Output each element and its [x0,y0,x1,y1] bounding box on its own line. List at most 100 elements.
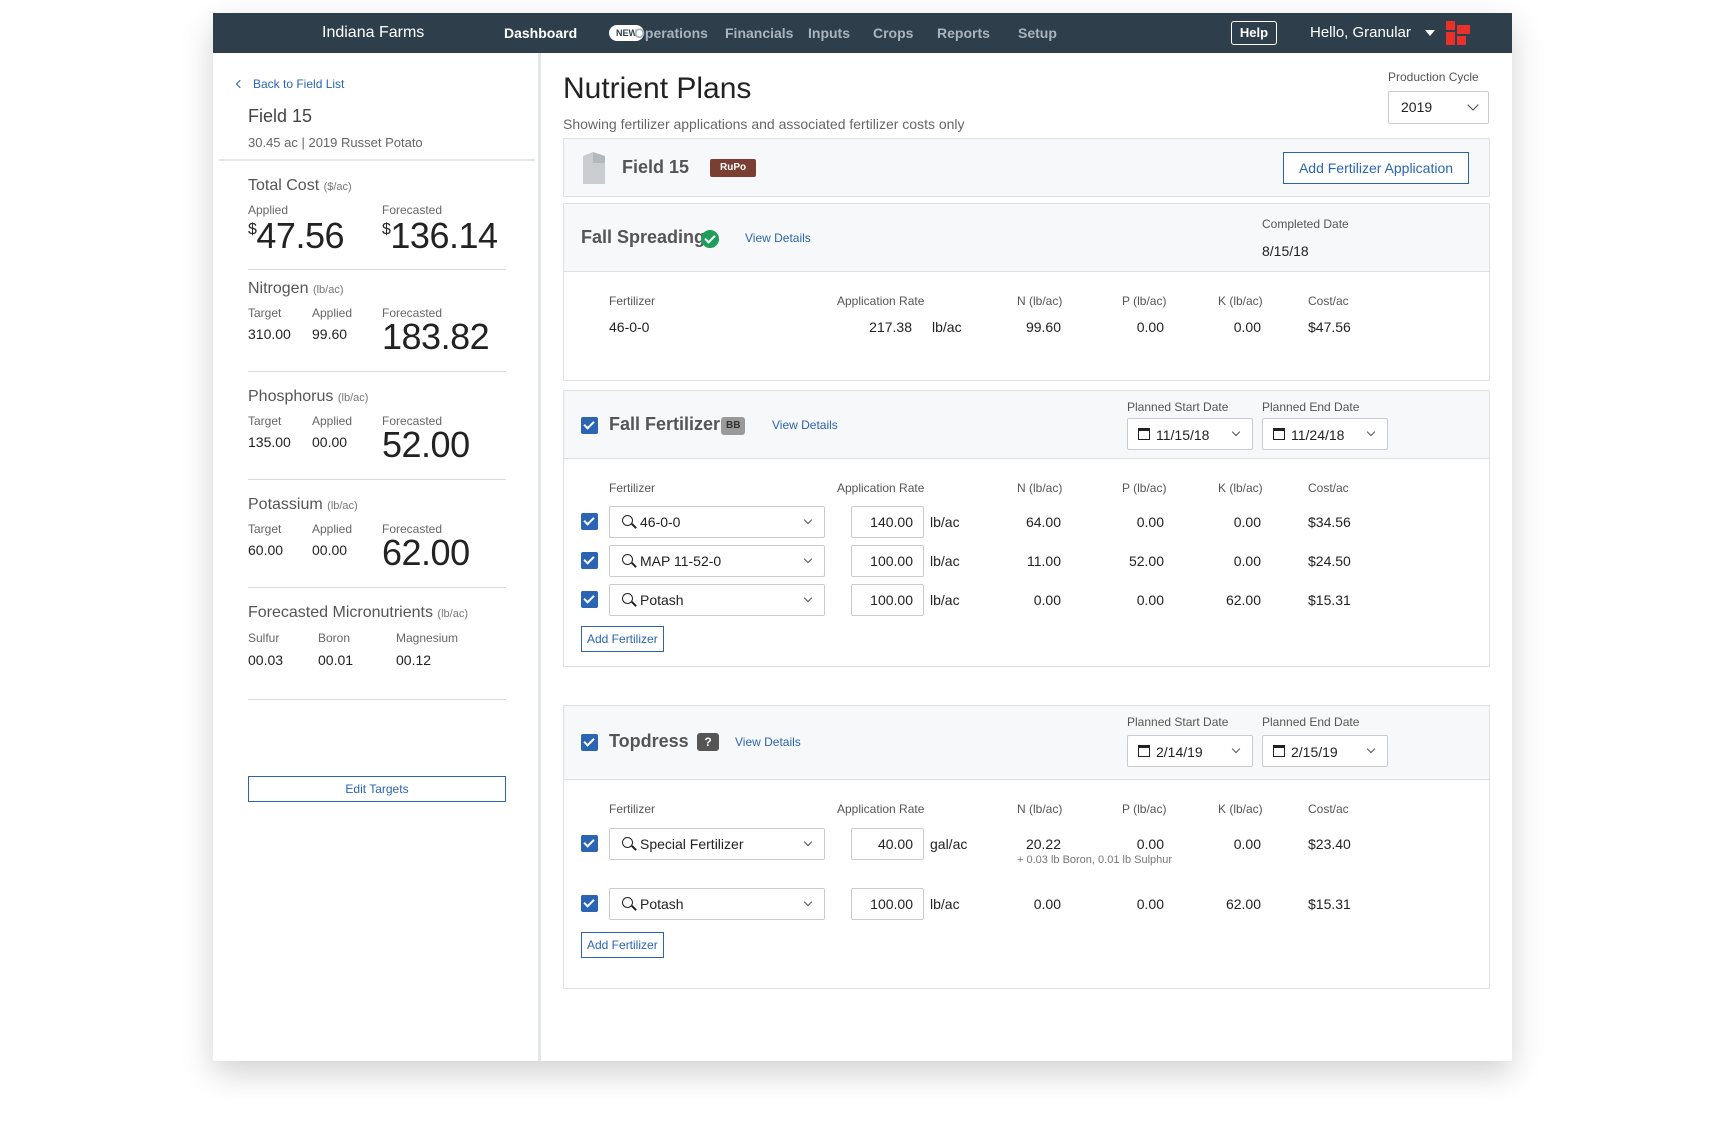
planned-end-date-value: 2/15/19 [1291,744,1338,760]
nav-setup[interactable]: Setup [1018,25,1057,41]
farm-name[interactable]: Indiana Farms [322,24,424,42]
user-menu[interactable]: Hello, Granular [1310,24,1411,41]
n-value: 20.22 [1025,836,1061,852]
k-value: 0.00 [1233,319,1261,335]
sulfur-label: Sulfur [248,631,280,645]
cost-value: $24.50 [1308,553,1351,569]
applied-label: Applied [312,414,353,428]
fall-spreading-card: Fall Spreading View Details Completed Da… [563,203,1490,381]
topdress-checkbox[interactable] [581,734,598,751]
boron-label: Boron [318,631,351,645]
application-rate-input[interactable]: 100.00 [851,888,924,920]
rate-unit: lb/ac [930,592,960,608]
field-summary-sidebar: Back to Field List Field 15 30.45 ac | 2… [213,53,541,1061]
currency-symbol: $ [248,221,257,238]
fertilizer-select[interactable]: Potash [609,584,825,616]
planned-end-date-label: Planned End Date [1262,400,1360,414]
application-rate-input[interactable]: 100.00 [851,545,924,577]
chevron-down-icon [1231,427,1241,437]
fall-spreading-header: Fall Spreading View Details Completed Da… [564,204,1489,272]
planned-end-date-value: 11/24/18 [1291,427,1345,443]
fall-spreading-view-details-link[interactable]: View Details [745,231,811,245]
fertilizer-select[interactable]: 46-0-0 [609,506,825,538]
edit-targets-button[interactable]: Edit Targets [248,776,506,802]
chevron-down-icon[interactable] [1425,30,1435,36]
nav-dashboard[interactable]: Dashboard [504,25,577,41]
calendar-icon [1138,428,1150,440]
completed-check-icon [701,230,719,248]
phosphorus-forecasted: 52.00 [382,424,470,465]
nav-reports[interactable]: Reports [937,25,990,41]
sidebar-field-subtitle: 30.45 ac | 2019 Russet Potato [248,135,423,150]
potassium-forecasted: 62.00 [382,532,470,573]
nav-inputs[interactable]: Inputs [808,25,850,41]
n-value: 0.00 [1033,592,1061,608]
p-value: 0.00 [1136,896,1164,912]
row-checkbox[interactable] [581,513,598,530]
application-rate-input[interactable]: 100.00 [851,584,924,616]
back-link-label: Back to Field List [253,77,345,91]
add-fertilizer-button[interactable]: Add Fertilizer [581,932,664,958]
row-checkbox[interactable] [581,552,598,569]
potassium-target: 60.00 [248,542,284,558]
chevron-down-icon [803,554,813,564]
row-checkbox[interactable] [581,895,598,912]
fall-fertilizer-card: Fall Fertilizer BB View Details Planned … [563,390,1490,667]
nav-operations[interactable]: Operations [634,25,708,41]
col-application-rate: Application Rate [837,481,925,495]
fall-fertilizer-checkbox[interactable] [581,417,598,434]
col-p: P (lb/ac) [1122,481,1167,495]
total-cost-applied: $47.56 [248,215,344,257]
chevron-down-icon [803,837,813,847]
add-fertilizer-button[interactable]: Add Fertilizer [581,626,664,652]
potassium-section: Potassium (lb/ac) Target Applied Forecas… [248,496,506,596]
col-n: N (lb/ac) [1017,481,1063,495]
micronutrients-title: Forecasted Micronutrients [248,604,433,621]
fertilizer-select[interactable]: Potash [609,888,825,920]
help-button[interactable]: Help [1231,21,1277,45]
n-value: 11.00 [1027,553,1061,569]
divider [219,159,535,161]
help-question-icon[interactable]: ? [697,733,719,751]
fall-fertilizer-view-details-link[interactable]: View Details [772,418,838,432]
fertilizer-select[interactable]: Special Fertilizer [609,828,825,860]
total-cost-unit: ($/ac) [323,181,352,193]
completed-date-value: 8/15/18 [1262,243,1309,259]
fertilizer-select-value: Potash [640,896,684,912]
nav-financials[interactable]: Financials [725,25,793,41]
col-application-rate: Application Rate [837,294,925,308]
topdress-title: Topdress [609,731,689,751]
row-checkbox[interactable] [581,835,598,852]
planned-start-date-picker[interactable]: 11/15/18 [1127,418,1253,450]
back-to-field-list-link[interactable]: Back to Field List [235,77,345,91]
add-fertilizer-application-button[interactable]: Add Fertilizer Application [1283,152,1469,184]
k-value: 0.00 [1233,514,1261,530]
nitrogen-forecasted: 183.82 [382,316,490,357]
divider [248,269,506,270]
application-rate-input[interactable]: 140.00 [851,506,924,538]
phosphorus-title: Phosphorus [248,388,334,405]
page-subtitle: Showing fertilizer applications and asso… [563,116,965,132]
nitrogen-applied: 99.60 [312,326,348,342]
n-value: 0.00 [1033,896,1061,912]
planned-end-date-picker[interactable]: 11/24/18 [1262,418,1388,450]
granular-logo-icon [1446,21,1470,45]
topdress-view-details-link[interactable]: View Details [735,735,801,749]
cost-value: $15.31 [1308,592,1351,608]
col-fertilizer: Fertilizer [609,481,656,495]
production-cycle-select[interactable]: 2019 [1388,91,1489,124]
application-rate-input[interactable]: 40.00 [851,828,924,860]
nitrogen-target: 310.00 [248,326,291,342]
planned-start-date-picker[interactable]: 2/14/19 [1127,735,1253,767]
fertilizer-select[interactable]: MAP 11-52-0 [609,545,825,577]
planned-end-date-picker[interactable]: 2/15/19 [1262,735,1388,767]
row-checkbox[interactable] [581,591,598,608]
calendar-icon [1138,745,1150,757]
col-application-rate: Application Rate [837,802,925,816]
rate-unit: lb/ac [930,514,960,530]
target-label: Target [248,522,282,536]
sulfur-value: 00.03 [248,652,284,668]
applied-label: Applied [312,306,353,320]
field-icon [583,152,605,184]
nav-crops[interactable]: Crops [873,25,913,41]
